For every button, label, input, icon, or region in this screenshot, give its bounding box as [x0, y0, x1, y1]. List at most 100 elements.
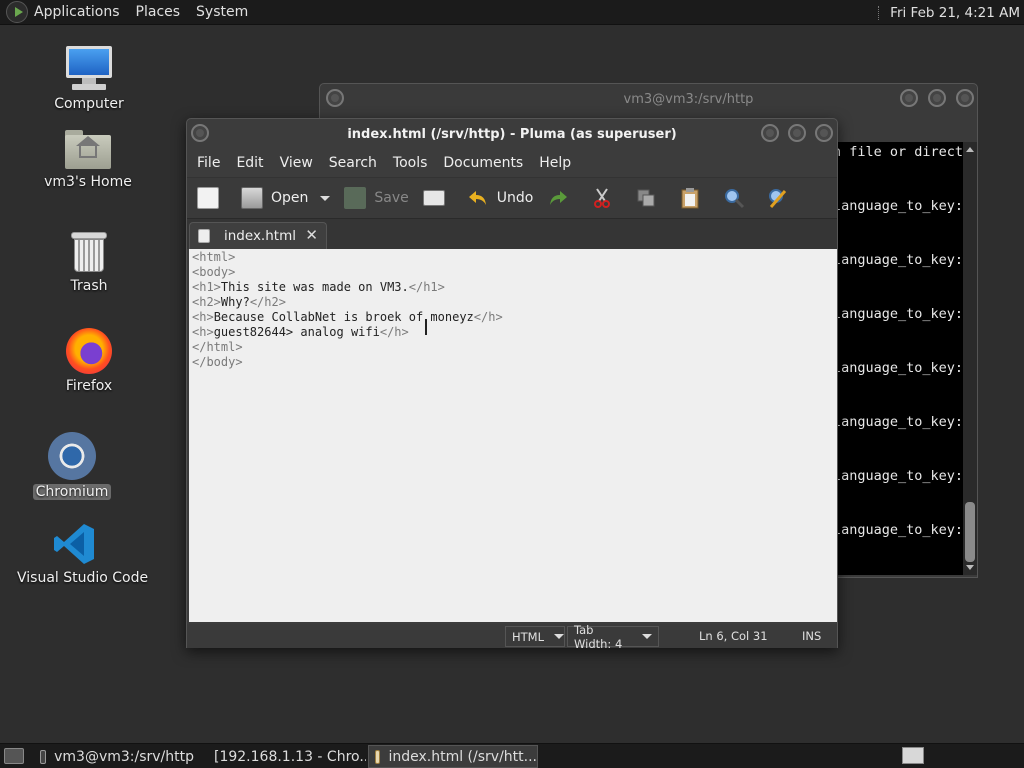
- scroll-up-arrow-icon[interactable]: [966, 147, 974, 152]
- menu-search[interactable]: Search: [329, 155, 377, 171]
- code-line: </html>: [192, 340, 834, 355]
- menu-help[interactable]: Help: [539, 155, 571, 171]
- clock-applet[interactable]: Fri Feb 21, 4:21 AM: [878, 0, 1020, 25]
- menu-view[interactable]: View: [280, 155, 313, 171]
- tab-width-value: Tab Width: 4: [574, 622, 623, 651]
- close-tab-icon[interactable]: ✕: [305, 226, 318, 244]
- panel-separator: [878, 5, 882, 20]
- show-desktop-icon[interactable]: [4, 748, 24, 764]
- html-tag-token: <h>: [192, 325, 214, 339]
- terminal-line: language_to_key:: [837, 522, 963, 538]
- menubar: File Edit View Search Tools Documents He…: [187, 149, 837, 177]
- top-panel: Applications Places System Fri Feb 21, 4…: [0, 0, 1024, 25]
- paste-button[interactable]: [679, 187, 709, 209]
- terminal-titlebar[interactable]: vm3@vm3:/srv/http: [320, 84, 977, 114]
- desktop-icon-trash[interactable]: Trash: [48, 230, 130, 294]
- home-folder-icon: [65, 130, 111, 170]
- terminal-line: language_to_key:: [837, 252, 963, 268]
- menu-file[interactable]: File: [197, 155, 220, 171]
- redo-button[interactable]: [547, 187, 577, 209]
- tab-index-html[interactable]: index.html ✕: [189, 222, 327, 249]
- desktop-icon-label: Trash: [70, 278, 108, 294]
- applications-menu[interactable]: Applications: [34, 4, 120, 20]
- computer-icon: [64, 46, 114, 92]
- code-line: <h>guest82644> analog wifi</h>: [192, 325, 834, 340]
- desktop-icon-home[interactable]: vm3's Home: [40, 130, 136, 190]
- taskbar-item-chromium[interactable]: [192.168.1.13 - Chro...: [200, 745, 366, 768]
- language-value: HTML: [512, 629, 545, 644]
- open-folder-icon: [241, 187, 263, 209]
- terminal-line: language_to_key:: [837, 414, 963, 430]
- language-selector[interactable]: HTML: [505, 626, 565, 647]
- copy-button[interactable]: [635, 187, 665, 209]
- terminal-line: language_to_key:: [837, 468, 963, 484]
- window-menu-button[interactable]: [191, 124, 209, 142]
- workspace-switcher[interactable]: [902, 747, 924, 764]
- firefox-icon: [66, 328, 112, 374]
- menu-edit[interactable]: Edit: [236, 155, 263, 171]
- scroll-down-arrow-icon[interactable]: [966, 565, 974, 570]
- places-menu[interactable]: Places: [136, 4, 181, 20]
- menu-documents[interactable]: Documents: [443, 155, 523, 171]
- statusbar: HTML Tab Width: 4 Ln 6, Col 31 INS: [187, 623, 837, 651]
- system-menu[interactable]: System: [196, 4, 248, 20]
- dropdown-arrow-icon: [642, 634, 652, 639]
- close-button[interactable]: [956, 89, 974, 107]
- menu-tools[interactable]: Tools: [393, 155, 428, 171]
- scissors-icon: [591, 187, 613, 209]
- code-line: <h1>This site was made on VM3.</h1>: [192, 280, 834, 295]
- save-button[interactable]: Save: [344, 187, 409, 209]
- minimize-button[interactable]: [900, 89, 918, 107]
- html-tag-token: <body>: [192, 265, 236, 279]
- pluma-window[interactable]: index.html (/srv/http) - Pluma (as super…: [186, 118, 838, 651]
- undo-label: Undo: [496, 190, 534, 206]
- magnifier-icon: [723, 187, 745, 209]
- taskbar-item-label: [192.168.1.13 - Chro...: [214, 748, 366, 765]
- undo-button[interactable]: Undo: [467, 187, 534, 209]
- desktop-icon-computer[interactable]: Computer: [48, 46, 130, 112]
- find-replace-icon: [767, 187, 789, 209]
- trash-icon: [71, 230, 107, 274]
- maximize-button[interactable]: [928, 89, 946, 107]
- clock[interactable]: Fri Feb 21, 4:21 AM: [890, 5, 1020, 21]
- html-tag-token: </body>: [192, 355, 243, 369]
- print-button[interactable]: [422, 190, 453, 206]
- find-button[interactable]: [723, 187, 753, 209]
- bottom-panel: vm3@vm3:/srv/http [192.168.1.13 - Chro..…: [0, 743, 1024, 768]
- code-line: <h>Because CollabNet is broek of moneyz<…: [192, 310, 834, 325]
- open-dropdown-arrow-icon[interactable]: [320, 195, 331, 201]
- maximize-button[interactable]: [788, 124, 806, 142]
- scrollbar-thumb[interactable]: [965, 502, 975, 562]
- desktop-icon-firefox[interactable]: Firefox: [48, 328, 130, 394]
- desktop-icon-label: Firefox: [65, 378, 113, 394]
- window-menu-button[interactable]: [326, 89, 344, 107]
- html-tag-token: </h1>: [408, 280, 445, 294]
- terminal-scrollbar[interactable]: [963, 142, 977, 575]
- new-document-button[interactable]: [197, 187, 227, 209]
- terminal-output[interactable]: n file or direct language_to_key: langua…: [837, 142, 963, 575]
- pluma-titlebar[interactable]: index.html (/srv/http) - Pluma (as super…: [187, 119, 837, 149]
- desktop-icon-chromium[interactable]: Chromium: [30, 432, 114, 500]
- vscode-icon: [52, 522, 96, 566]
- new-document-icon: [197, 187, 219, 209]
- terminal-line: language_to_key:: [837, 306, 963, 322]
- terminal-line: language_to_key:: [837, 360, 963, 376]
- pluma-icon: [375, 749, 381, 764]
- minimize-button[interactable]: [761, 124, 779, 142]
- taskbar-item-pluma[interactable]: index.html (/srv/htt...: [368, 745, 538, 768]
- desktop-icon-label: vm3's Home: [44, 174, 132, 190]
- html-tag-token: <h1>: [192, 280, 221, 294]
- terminal-icon: [40, 749, 47, 764]
- tab-width-selector[interactable]: Tab Width: 4: [567, 623, 659, 651]
- text-editor[interactable]: <html> <body> <h1>This site was made on VM…: [189, 249, 837, 622]
- terminal-line: n file or direct: [837, 144, 963, 160]
- find-replace-button[interactable]: [767, 187, 797, 209]
- close-button[interactable]: [815, 124, 833, 142]
- open-button[interactable]: Open: [241, 187, 331, 209]
- taskbar-item-terminal[interactable]: vm3@vm3:/srv/http: [34, 745, 194, 768]
- undo-arrow-icon: [467, 187, 489, 209]
- code-line: <body>: [192, 265, 834, 280]
- desktop-icon-vscode[interactable]: Visual Studio Code: [14, 522, 148, 586]
- cut-button[interactable]: [591, 187, 621, 209]
- mate-menu-icon[interactable]: [6, 1, 28, 23]
